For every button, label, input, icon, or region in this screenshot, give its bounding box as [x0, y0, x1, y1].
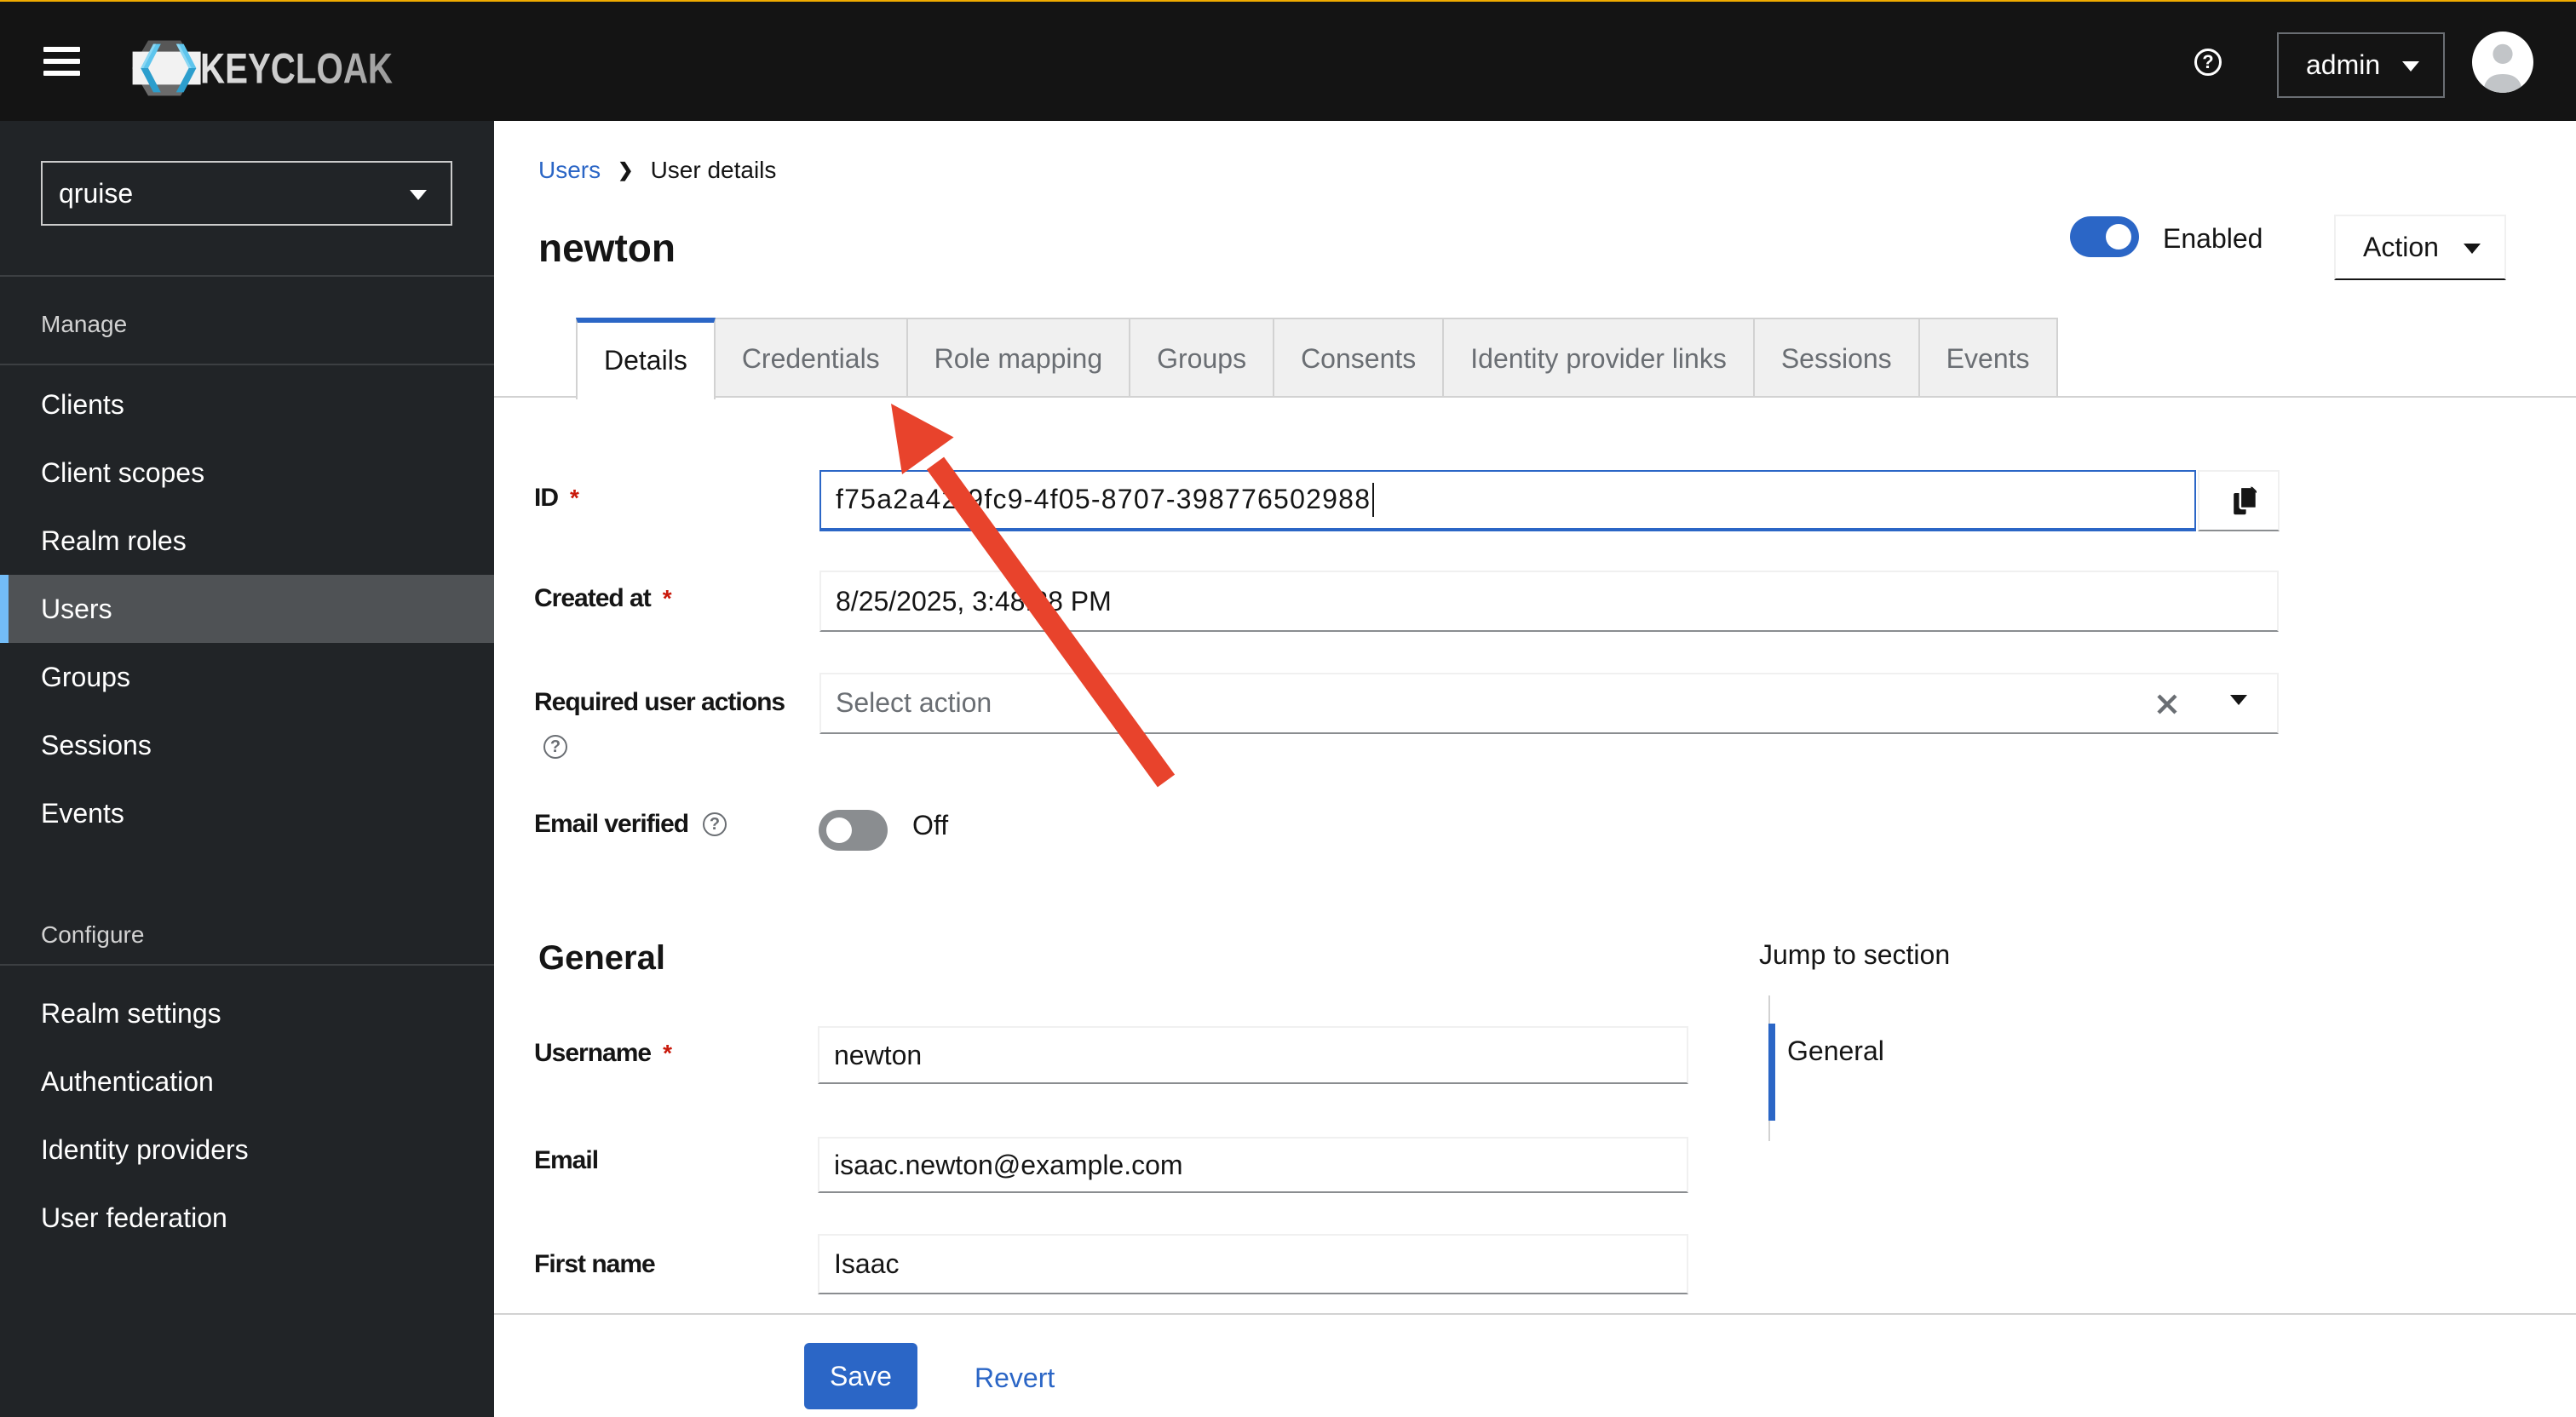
svg-text:KEYCLOAK: KEYCLOAK	[200, 45, 393, 93]
